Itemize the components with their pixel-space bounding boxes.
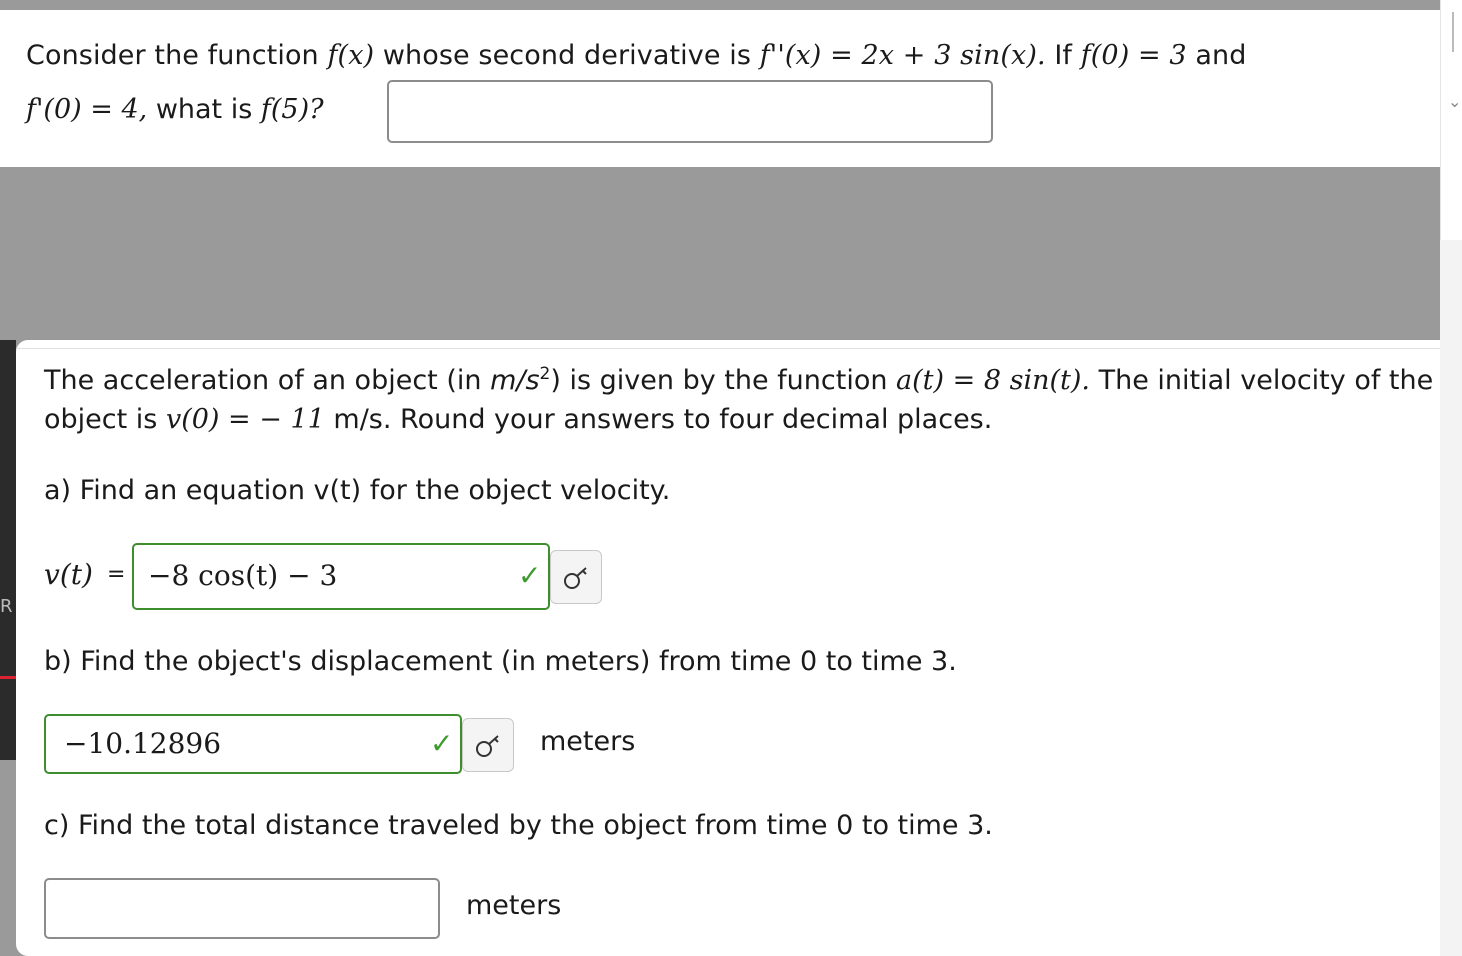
q2-accel-func: a(t) = 8 sin(t). (896, 365, 1090, 396)
q1-equation: f''(x) = 2x + 3 sin(x). (759, 40, 1046, 71)
modal-overlay (0, 167, 1440, 317)
q1-condition2: f'(0) = 4, (26, 94, 148, 125)
q2-text-e: m/s. Round your answers to four decimal … (333, 404, 993, 435)
q2-text-c: The initial velocity of the (1098, 365, 1434, 396)
q1-text: Consider the function (26, 40, 319, 71)
part-a-answer-value: −8 cos(t) − 3 (148, 559, 338, 592)
q2-intro-line1: The acceleration of an object (in m/s2) … (44, 364, 1433, 396)
q2-unit: m/s (490, 365, 540, 396)
check-icon: ✓ (518, 559, 542, 592)
part-c-prompt: c) Find the total distance traveled by t… (44, 810, 993, 841)
left-strip-accent (0, 676, 16, 679)
q1-and: and (1195, 40, 1247, 71)
q1-target: f(5)? (260, 94, 324, 125)
key-icon (564, 567, 587, 589)
q1-answer-input[interactable] (387, 80, 993, 143)
q2-text-d: object is (44, 404, 158, 435)
part-a-prompt: a) Find an equation v(t) for the object … (44, 475, 671, 506)
part-c-answer-input[interactable] (44, 878, 440, 939)
part-b-key-button[interactable] (462, 718, 514, 772)
part-b-unit: meters (540, 726, 636, 757)
part-a-key-button[interactable] (550, 550, 602, 604)
part-b-answer-value: −10.12896 (64, 727, 222, 760)
card-divider (16, 348, 1462, 349)
right-edge-glyph (1452, 12, 1462, 52)
q1-condition1: f(0) = 3 (1080, 40, 1187, 71)
key-icon (476, 735, 499, 757)
q1-if: If (1054, 40, 1072, 71)
q1-text-mid: whose second derivative is (382, 40, 752, 71)
q2-unit-exp: 2 (539, 364, 551, 384)
question1-line1: Consider the function f(x) whose second … (26, 40, 1247, 71)
left-background-strip (0, 340, 16, 760)
q2-text-b: ) is given by the function (550, 365, 888, 396)
q1-func: f(x) (327, 40, 375, 71)
part-a-answer-input[interactable]: −8 cos(t) − 3 ✓ (132, 543, 550, 610)
part-a-equals: = (107, 562, 126, 587)
top-question-card: Consider the function f(x) whose second … (0, 10, 1440, 167)
check-icon: ✓ (430, 727, 454, 760)
q2-text: The acceleration of an object (in (44, 365, 482, 396)
q1-ask: what is (155, 94, 253, 125)
part-b-prompt: b) Find the object's displacement (in me… (44, 646, 957, 677)
part-c-unit: meters (466, 890, 562, 921)
part-b-answer-input[interactable]: −10.12896 ✓ (44, 714, 462, 774)
left-strip-letter: R (0, 596, 13, 617)
part-a-label: v(t) (44, 558, 93, 591)
question1-line2: f'(0) = 4, what is f(5)? (26, 94, 324, 125)
chevron-down-icon[interactable]: ⌄ (1448, 92, 1461, 111)
q2-intro-line2: object is v(0) = − 11 m/s. Round your an… (44, 404, 992, 435)
q2-initial-velocity: v(0) = − 11 (165, 404, 325, 435)
